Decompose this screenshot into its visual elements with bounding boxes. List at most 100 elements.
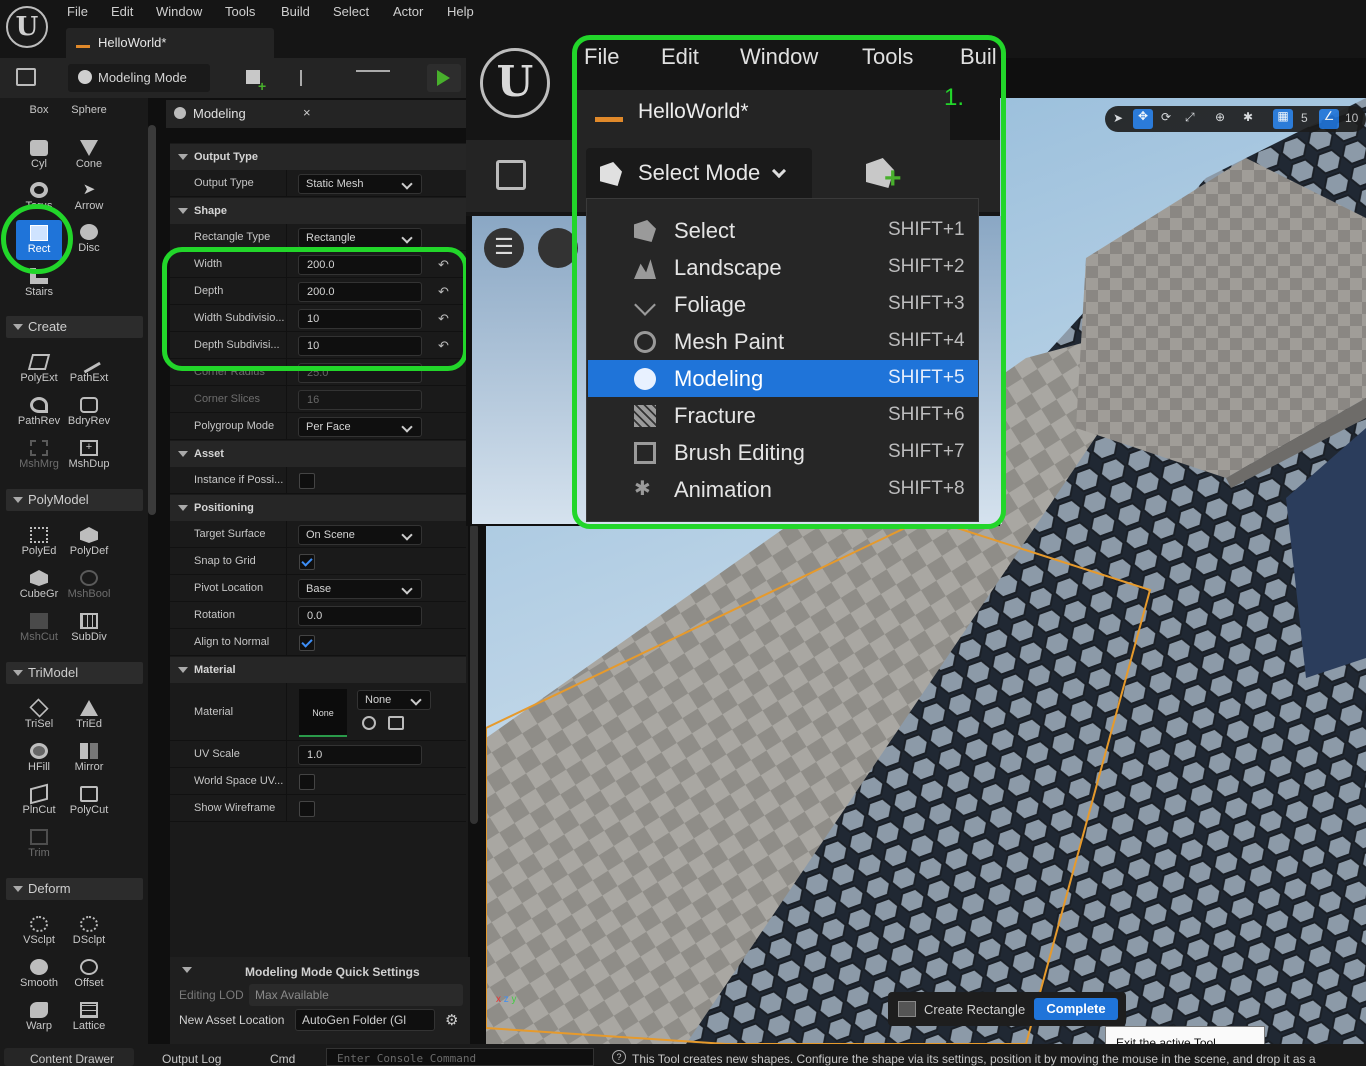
tool-trisel[interactable]: TriSel [14,698,64,730]
polygroup-mode-dropdown[interactable]: Per Face [298,417,422,437]
modeling-panel-tab[interactable]: Modeling × [166,100,466,128]
unreal-logo-icon[interactable]: U [6,6,48,48]
tool-label: MshBool [67,588,111,600]
category-material[interactable]: Material [170,657,466,683]
translate-icon[interactable]: ✥ [1133,109,1153,129]
tool-mshcut[interactable]: MshCut [14,613,64,643]
tool-plncut[interactable]: PlnCut [14,783,64,816]
category-shape[interactable]: Shape [170,198,466,224]
category-output-type[interactable]: Output Type [170,144,466,170]
material-dropdown[interactable]: None [357,690,431,710]
tool-box[interactable]: Box [14,104,64,116]
output-type-dropdown[interactable]: Static Mesh [298,174,422,194]
tool-trim[interactable]: Trim [14,829,64,859]
mode-dropdown[interactable]: Modeling Mode [68,64,210,92]
target-surface-dropdown[interactable]: On Scene [298,525,422,545]
tool-warp[interactable]: Warp [14,1002,64,1032]
grid-snap-value[interactable]: 5 [1301,111,1308,125]
tool-dsclpt[interactable]: DSclpt [64,916,114,946]
world-icon[interactable]: ⊕ [1215,110,1225,124]
document-tab[interactable]: HelloWorld* [66,28,274,58]
section-create[interactable]: Create [6,316,143,338]
rotation-field[interactable]: 0.0 [298,606,422,626]
save-icon[interactable] [16,68,36,86]
play-button[interactable] [427,64,461,92]
category-asset[interactable]: Asset [170,441,466,467]
modeling-icon [174,107,186,119]
scale-icon[interactable]: ⤢ [1185,110,1195,125]
console-input[interactable]: Enter Console Command [326,1048,594,1066]
show-wireframe-checkbox[interactable] [299,801,315,817]
rectangle-type-dropdown[interactable]: Rectangle [298,228,422,248]
rotate-icon[interactable]: ⟳ [1161,110,1171,124]
tool-mshbool[interactable]: MshBool [64,570,114,600]
world-space-uv-checkbox[interactable] [299,774,315,790]
tool-mshmrg[interactable]: MshMrg [14,440,64,470]
angle-snap-icon[interactable]: ∠ [1319,109,1339,129]
asset-location-dropdown[interactable]: AutoGen Folder (Gl [295,1009,435,1031]
menu-help[interactable]: Help [447,4,474,19]
tool-polycut[interactable]: PolyCut [64,786,114,816]
section-trimodel[interactable]: TriModel [6,662,143,684]
angle-snap-value[interactable]: 10 [1345,111,1358,125]
tool-smooth[interactable]: Smooth [14,959,64,989]
menu-edit[interactable]: Edit [111,4,133,19]
viewport-toolbar: ➤ ✥ ⟳ ⤢ ⊕ ✱ ▦ 5 ∠ 10 [1105,106,1366,132]
tool-polyed[interactable]: PolyEd [14,527,64,557]
tool-vsclpt[interactable]: VSclpt [14,916,64,946]
category-positioning[interactable]: Positioning [170,495,466,521]
tool-cubegr[interactable]: CubeGr [14,570,64,600]
tool-bdryrev[interactable]: BdryRev [64,397,114,427]
tool-mshdup[interactable]: + MshDup [64,440,114,470]
tool-cone[interactable]: Cone [64,140,114,170]
uv-scale-field[interactable]: 1.0 [298,745,422,765]
select-icon[interactable]: ➤ [1113,111,1123,125]
pivot-location-dropdown[interactable]: Base [298,579,422,599]
settings-gear-icon[interactable]: ⚙ [445,1011,458,1029]
tool-sphere[interactable]: Sphere [64,104,114,116]
add-actor-icon[interactable]: + [244,68,280,94]
surface-snap-icon[interactable]: ✱ [1243,110,1253,124]
tool-polyext[interactable]: PolyExt [14,354,64,384]
section-deform[interactable]: Deform [6,878,143,900]
panel-scrollbar[interactable] [470,524,478,824]
content-drawer-button[interactable]: Content Drawer [4,1048,134,1066]
blueprint-icon[interactable] [300,70,334,86]
tool-offset[interactable]: Offset [64,959,114,989]
tool-lattice[interactable]: Lattice [64,1002,114,1032]
quick-settings-title: Modeling Mode Quick Settings [245,965,420,979]
palette-scrollbar[interactable] [148,125,156,515]
section-polymodel[interactable]: PolyModel [6,489,143,511]
cmd-dropdown[interactable]: Cmd [246,1048,318,1066]
instance-checkbox[interactable] [299,473,315,489]
subdiv-icon [80,613,98,629]
use-selected-icon[interactable] [362,716,376,730]
menu-actor[interactable]: Actor [393,4,423,19]
corner-slices-field[interactable]: 16 [298,390,422,410]
collapse-icon[interactable] [182,967,192,973]
output-log-button[interactable]: Output Log [142,1048,234,1066]
grid-snap-icon[interactable]: ▦ [1273,109,1293,129]
tool-hfill[interactable]: HFill [14,743,64,773]
tool-tried[interactable]: TriEd [64,700,114,730]
tool-arrow[interactable]: ➤ Arrow [64,182,114,213]
tool-pathext[interactable]: PathExt [64,350,114,384]
tool-pathrev[interactable]: PathRev [14,397,64,427]
material-thumbnail[interactable]: None [299,689,347,737]
menu-file[interactable]: File [67,4,88,19]
browse-icon[interactable] [388,716,404,730]
align-to-normal-checkbox[interactable] [299,635,315,651]
complete-button[interactable]: Complete [1034,998,1118,1020]
close-icon[interactable]: × [303,105,311,120]
tool-subdiv[interactable]: SubDiv [64,613,114,643]
menu-build[interactable]: Build [281,4,310,19]
snap-to-grid-checkbox[interactable] [299,554,315,570]
menu-tools[interactable]: Tools [225,4,255,19]
editing-lod-dropdown[interactable]: Max Available [249,984,463,1006]
menu-select[interactable]: Select [333,4,369,19]
menu-window[interactable]: Window [156,4,202,19]
cinematics-icon[interactable] [356,70,390,86]
tool-mirror[interactable]: Mirror [64,743,114,773]
tool-polydef[interactable]: PolyDef [64,527,114,557]
tool-cylinder[interactable]: Cyl [14,140,64,170]
